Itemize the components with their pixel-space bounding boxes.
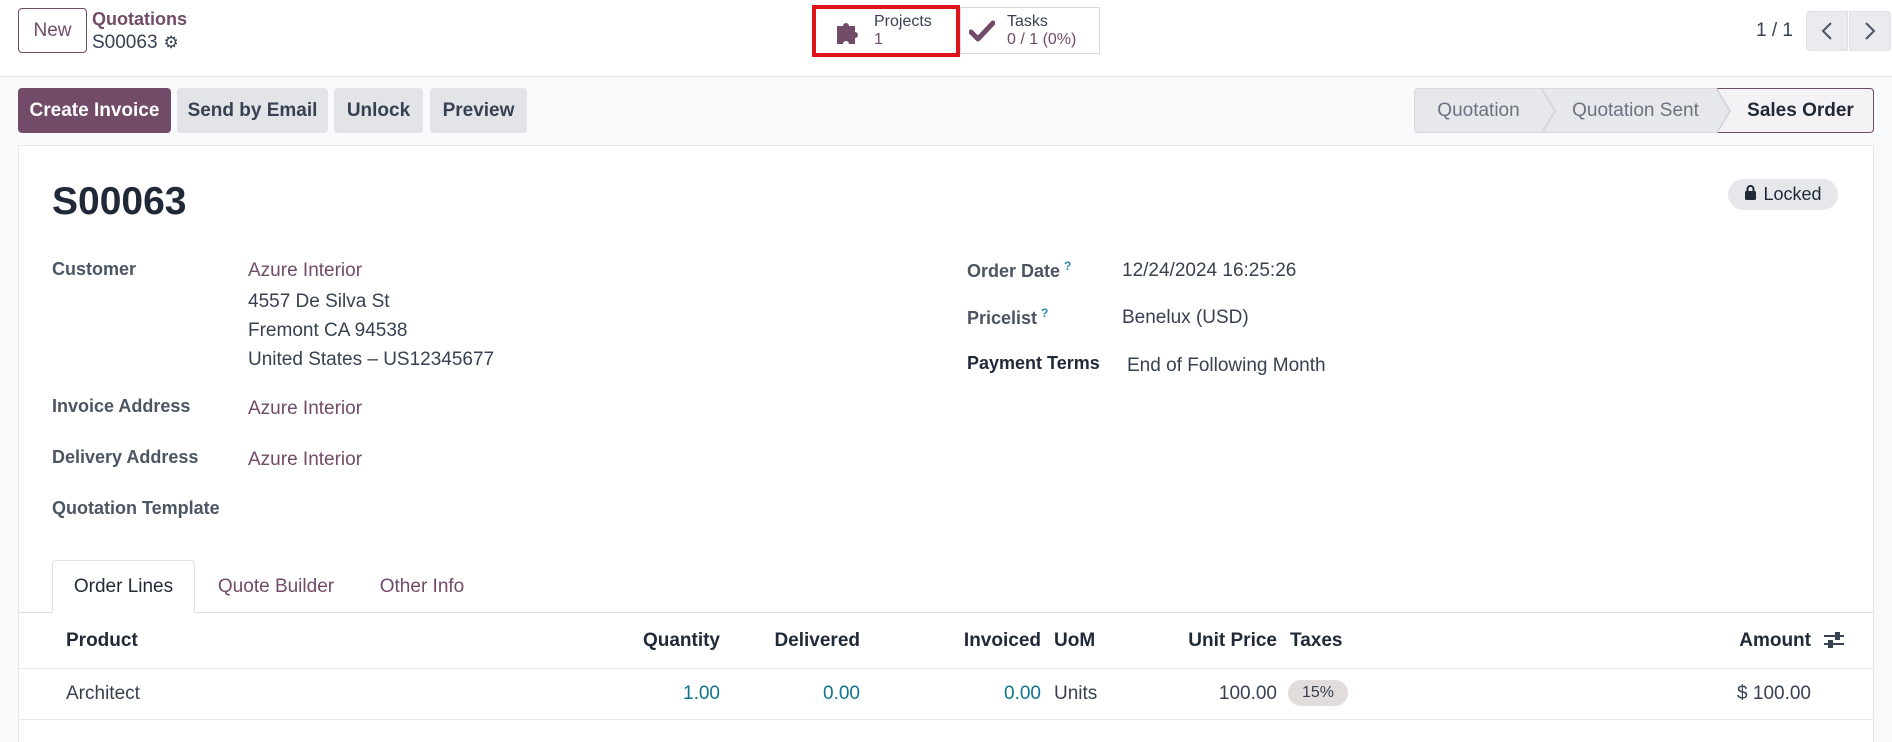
breadcrumb-current-label: S00063 (92, 32, 158, 53)
chevron-left-icon (1821, 22, 1832, 40)
tab-other-info[interactable]: Other Info (362, 560, 482, 613)
tasks-smart-button[interactable]: Tasks 0 / 1 (0%) (960, 7, 1100, 54)
order-date-value[interactable]: 12/24/2024 16:25:26 (1122, 260, 1296, 282)
unlock-button[interactable]: Unlock (334, 88, 423, 133)
lock-icon (1744, 184, 1757, 205)
column-unit-price[interactable]: Unit Price (1188, 630, 1277, 652)
chevron-right-icon (1865, 22, 1876, 40)
customer-label: Customer (52, 259, 137, 279)
tab-quote-builder[interactable]: Quote Builder (200, 560, 352, 613)
create-invoice-button[interactable]: Create Invoice (18, 88, 171, 133)
pricelist-help[interactable]: ? (1041, 306, 1048, 320)
column-delivered[interactable]: Delivered (774, 630, 860, 652)
customer-address-line-2: Fremont CA 94538 (248, 320, 408, 341)
projects-text: Projects 1 (874, 13, 932, 49)
send-by-email-button[interactable]: Send by Email (177, 88, 328, 133)
preview-button[interactable]: Preview (430, 88, 527, 133)
tasks-label: Tasks (1007, 12, 1048, 30)
projects-label: Projects (874, 13, 932, 30)
row-uom[interactable]: Units (1054, 683, 1097, 705)
row-product[interactable]: Architect (66, 683, 140, 705)
delivery-address-link[interactable]: Azure Interior (248, 449, 362, 471)
delivery-address-label: Delivery Address (52, 447, 199, 467)
projects-count: 1 (874, 31, 883, 48)
new-button[interactable]: New (18, 8, 87, 53)
payment-terms-value[interactable]: End of Following Month (1127, 355, 1326, 377)
locked-label: Locked (1763, 184, 1822, 204)
check-icon (967, 16, 997, 46)
status-chevron (1716, 88, 1731, 134)
order-date-label-text: Order Date (967, 261, 1061, 281)
row-amount: $ 100.00 (1737, 683, 1811, 704)
form-sheet (18, 145, 1874, 742)
column-product[interactable]: Product (66, 630, 138, 652)
column-amount[interactable]: Amount (1739, 630, 1811, 652)
status-chevron (1541, 88, 1556, 134)
pricelist-value[interactable]: Benelux (USD) (1122, 307, 1249, 329)
tasks-progress: 0 / 1 (0%) (1007, 30, 1077, 48)
tasks-text: Tasks 0 / 1 (0%) (1007, 13, 1076, 49)
column-quantity[interactable]: Quantity (643, 630, 720, 652)
row-delivered[interactable]: 0.00 (823, 683, 860, 705)
invoice-address-link[interactable]: Azure Interior (248, 398, 362, 420)
column-invoiced[interactable]: Invoiced (964, 630, 1041, 652)
locked-badge: Locked (1728, 179, 1838, 210)
order-date-label: Order Date? (967, 259, 1071, 282)
order-name: S00063 (52, 180, 187, 223)
pricelist-label-text: Pricelist (967, 308, 1038, 328)
status-quotation-sent-label: Quotation Sent (1572, 99, 1699, 121)
column-taxes[interactable]: Taxes (1290, 630, 1342, 652)
control-panel: New Quotations S00063 ⚙ Projects 1 Tasks… (0, 0, 1892, 77)
row-unit-price[interactable]: 100.00 (1219, 683, 1277, 705)
row-tax-badge[interactable]: 15% (1288, 680, 1348, 706)
column-uom[interactable]: UoM (1054, 630, 1095, 652)
projects-smart-button[interactable]: Projects 1 (812, 5, 960, 57)
gear-icon[interactable]: ⚙ (164, 33, 179, 53)
status-bar: Quotation Quotation Sent Sales Order (1414, 88, 1874, 134)
customer-address-line-1: 4557 De Silva St (248, 291, 390, 312)
status-quotation[interactable]: Quotation (1414, 88, 1556, 134)
status-quotation-sent[interactable]: Quotation Sent (1542, 88, 1731, 134)
customer-link[interactable]: Azure Interior (248, 260, 362, 282)
tab-order-lines[interactable]: Order Lines (52, 560, 195, 613)
table-header-divider (18, 668, 1874, 669)
customer-address-line-3: United States – US12345677 (248, 349, 495, 370)
pager-value[interactable]: 1 / 1 (1756, 20, 1793, 42)
pager-previous-button[interactable] (1806, 11, 1848, 51)
row-invoiced[interactable]: 0.00 (1004, 683, 1041, 705)
breadcrumb-current: S00063 ⚙ (92, 32, 179, 54)
status-sales-order[interactable]: Sales Order (1717, 88, 1874, 133)
pager-next-button[interactable] (1849, 11, 1891, 51)
quotation-template-label: Quotation Template (52, 498, 220, 518)
breadcrumb-quotations[interactable]: Quotations (92, 9, 187, 30)
payment-terms-label: Payment Terms (967, 353, 1100, 373)
pricelist-label: Pricelist? (967, 306, 1048, 329)
invoice-address-label: Invoice Address (52, 396, 191, 416)
row-quantity[interactable]: 1.00 (683, 683, 720, 705)
table-row-divider (18, 719, 1874, 720)
puzzle-icon (834, 16, 864, 46)
optional-columns-icon[interactable] (1822, 628, 1846, 652)
status-sales-order-label: Sales Order (1747, 99, 1854, 121)
status-quotation-label: Quotation (1437, 99, 1520, 121)
order-date-help[interactable]: ? (1064, 259, 1071, 273)
